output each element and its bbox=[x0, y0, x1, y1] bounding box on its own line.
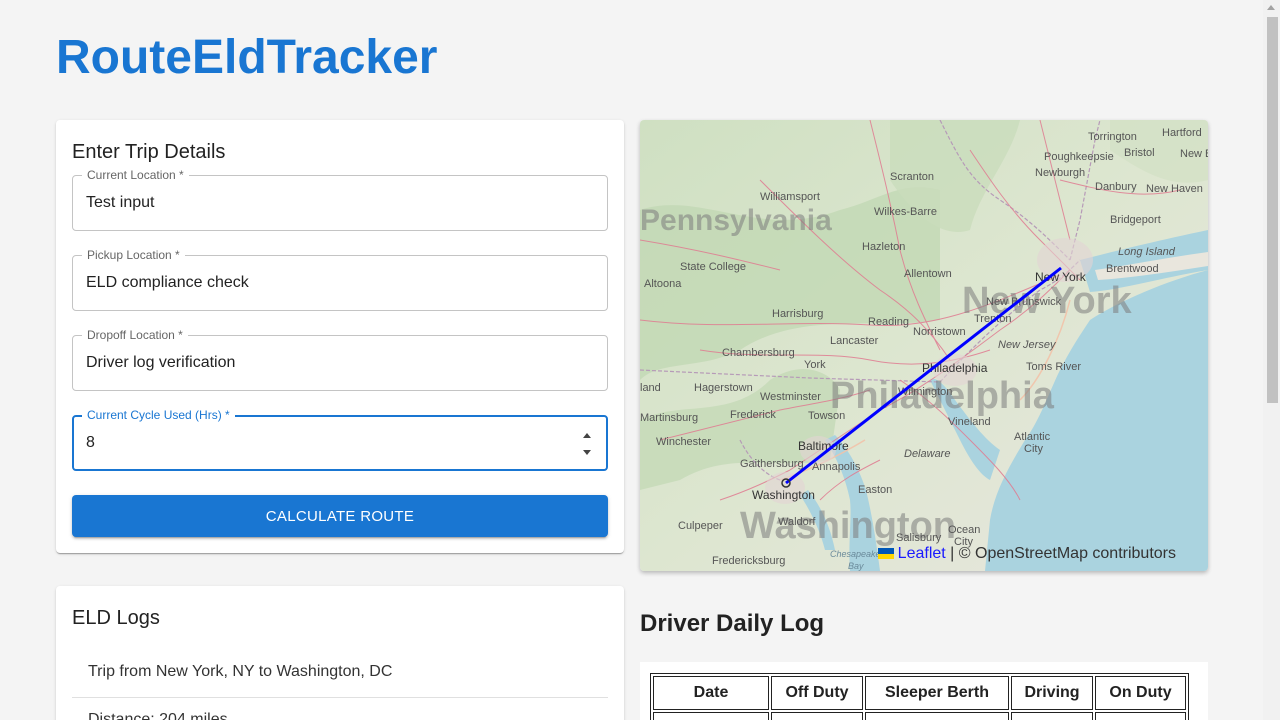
map-label-reading: Reading bbox=[868, 316, 909, 328]
scroll-up-icon[interactable] bbox=[1267, 5, 1275, 10]
dropoff-location-field[interactable]: Dropoff Location * bbox=[72, 328, 608, 391]
map-label-martinsburg: Martinsburg bbox=[640, 412, 698, 424]
osm-attribution-text: | © OpenStreetMap contributors bbox=[950, 545, 1176, 562]
map-label-ocean-city-1: Ocean bbox=[948, 524, 980, 536]
map-label-lancaster: Lancaster bbox=[830, 335, 879, 347]
map-label-annapolis: Annapolis bbox=[812, 461, 861, 473]
dropoff-location-label: Dropoff Location * bbox=[82, 328, 188, 342]
eld-divider bbox=[72, 697, 608, 698]
stepper-up-icon[interactable] bbox=[583, 433, 591, 438]
map-label-washington-city: Washington bbox=[752, 488, 815, 502]
dropoff-location-input[interactable] bbox=[86, 354, 566, 372]
map-label-chambersburg: Chambersburg bbox=[722, 347, 795, 359]
driver-daily-log-table: Date Off Duty Sleeper Berth Driving On D… bbox=[650, 673, 1189, 720]
trip-details-card: Enter Trip Details Current Location * Pi… bbox=[56, 120, 624, 553]
pickup-location-label: Pickup Location * bbox=[82, 248, 185, 262]
number-stepper[interactable] bbox=[580, 433, 594, 455]
map-label-atlantic-city-2: City bbox=[1024, 443, 1043, 455]
map-label-danbury: Danbury bbox=[1095, 181, 1137, 193]
map-label-waldorf: Waldorf bbox=[778, 516, 816, 528]
map-label-hagerstown: Hagerstown bbox=[694, 382, 753, 394]
table-cell bbox=[771, 712, 863, 720]
map-label-land: land bbox=[640, 382, 661, 394]
cycle-used-label: Current Cycle Used (Hrs) * bbox=[82, 408, 235, 422]
map-label-gaithersburg: Gaithersburg bbox=[740, 458, 804, 470]
table-cell bbox=[865, 712, 1009, 720]
scrollbar-thumb[interactable] bbox=[1267, 17, 1278, 403]
column-header-sleeper-berth: Sleeper Berth bbox=[865, 676, 1009, 710]
map-label-newburgh: Newburgh bbox=[1035, 167, 1085, 179]
leaflet-link[interactable]: Leaflet bbox=[898, 545, 946, 562]
map-label-poughkeepsie: Poughkeepsie bbox=[1044, 151, 1114, 163]
eld-logs-card: ELD Logs Trip from New York, NY to Washi… bbox=[56, 586, 624, 720]
map-label-new-jersey: New Jersey bbox=[998, 339, 1057, 351]
map-label-vineland: Vineland bbox=[948, 416, 991, 428]
trip-details-title: Enter Trip Details bbox=[72, 141, 226, 163]
map-label-delaware: Delaware bbox=[904, 448, 950, 460]
map-tiles[interactable]: New York Philadelphia Washington Pennsyl… bbox=[640, 120, 1208, 571]
table-header-row: Date Off Duty Sleeper Berth Driving On D… bbox=[653, 676, 1186, 710]
eld-log-item-distance: Distance: 204 miles bbox=[88, 711, 228, 720]
current-location-label: Current Location * bbox=[82, 168, 189, 182]
map-label-harrisburg: Harrisburg bbox=[772, 308, 823, 320]
map-label-hazleton: Hazleton bbox=[862, 241, 905, 253]
column-header-off-duty: Off Duty bbox=[771, 676, 863, 710]
map-label-new-britain: New B bbox=[1180, 148, 1208, 160]
map-label-bridgeport: Bridgeport bbox=[1110, 214, 1161, 226]
map-attribution: Leaflet | © OpenStreetMap contributors bbox=[872, 543, 1208, 565]
page-scrollbar[interactable] bbox=[1263, 0, 1280, 720]
map-label-york: York bbox=[804, 359, 826, 371]
table-row bbox=[653, 712, 1186, 720]
map-label-norristown: Norristown bbox=[913, 326, 966, 338]
table-cell bbox=[1095, 712, 1186, 720]
map-label-allentown: Allentown bbox=[904, 268, 952, 280]
cycle-used-field[interactable]: Current Cycle Used (Hrs) * bbox=[72, 408, 608, 471]
map-label-fredericksburg: Fredericksburg bbox=[712, 555, 785, 567]
map-label-torrington: Torrington bbox=[1088, 131, 1137, 143]
ukraine-flag-icon bbox=[877, 548, 894, 559]
stepper-down-icon[interactable] bbox=[583, 450, 591, 455]
map-label-westminster: Westminster bbox=[760, 391, 821, 403]
route-map[interactable]: New York Philadelphia Washington Pennsyl… bbox=[640, 120, 1208, 571]
map-label-williamsport: Williamsport bbox=[760, 191, 820, 203]
pickup-location-input[interactable] bbox=[86, 274, 566, 292]
eld-log-item-trip: Trip from New York, NY to Washington, DC bbox=[88, 663, 393, 680]
map-label-new-haven: New Haven bbox=[1146, 183, 1203, 195]
map-label-frederick: Frederick bbox=[730, 409, 776, 421]
map-label-hartford: Hartford bbox=[1162, 127, 1202, 139]
map-label-bristol: Bristol bbox=[1124, 147, 1155, 159]
column-header-on-duty: On Duty bbox=[1095, 676, 1186, 710]
app-title: RouteEldTracker bbox=[56, 31, 438, 84]
map-label-easton: Easton bbox=[858, 484, 892, 496]
map-label-toms-river: Toms River bbox=[1026, 361, 1081, 373]
map-label-pennsylvania: Pennsylvania bbox=[640, 204, 832, 237]
table-cell bbox=[653, 712, 769, 720]
map-label-wilkes-barre: Wilkes-Barre bbox=[874, 206, 937, 218]
map-label-chesapeake-bay-2: Bay bbox=[848, 561, 864, 571]
table-cell bbox=[1011, 712, 1093, 720]
eld-logs-title: ELD Logs bbox=[72, 607, 160, 629]
map-label-atlantic-city-1: Atlantic bbox=[1014, 431, 1051, 443]
column-header-driving: Driving bbox=[1011, 676, 1093, 710]
current-location-input[interactable] bbox=[86, 194, 566, 212]
map-label-altoona: Altoona bbox=[644, 278, 682, 290]
current-location-field[interactable]: Current Location * bbox=[72, 168, 608, 231]
driver-daily-log-panel: Date Off Duty Sleeper Berth Driving On D… bbox=[640, 662, 1208, 720]
map-label-state-college: State College bbox=[680, 261, 746, 273]
cycle-used-input[interactable] bbox=[86, 434, 566, 452]
map-label-scranton: Scranton bbox=[890, 171, 934, 183]
driver-daily-log-title: Driver Daily Log bbox=[640, 610, 825, 637]
map-label-long-island: Long Island bbox=[1118, 246, 1176, 258]
map-label-towson: Towson bbox=[808, 410, 845, 422]
pickup-location-field[interactable]: Pickup Location * bbox=[72, 248, 608, 311]
map-label-culpeper: Culpeper bbox=[678, 520, 723, 532]
map-label-brentwood: Brentwood bbox=[1106, 263, 1159, 275]
column-header-date: Date bbox=[653, 676, 769, 710]
map-label-winchester: Winchester bbox=[656, 436, 711, 448]
calculate-route-button[interactable]: CALCULATE ROUTE bbox=[72, 495, 608, 537]
